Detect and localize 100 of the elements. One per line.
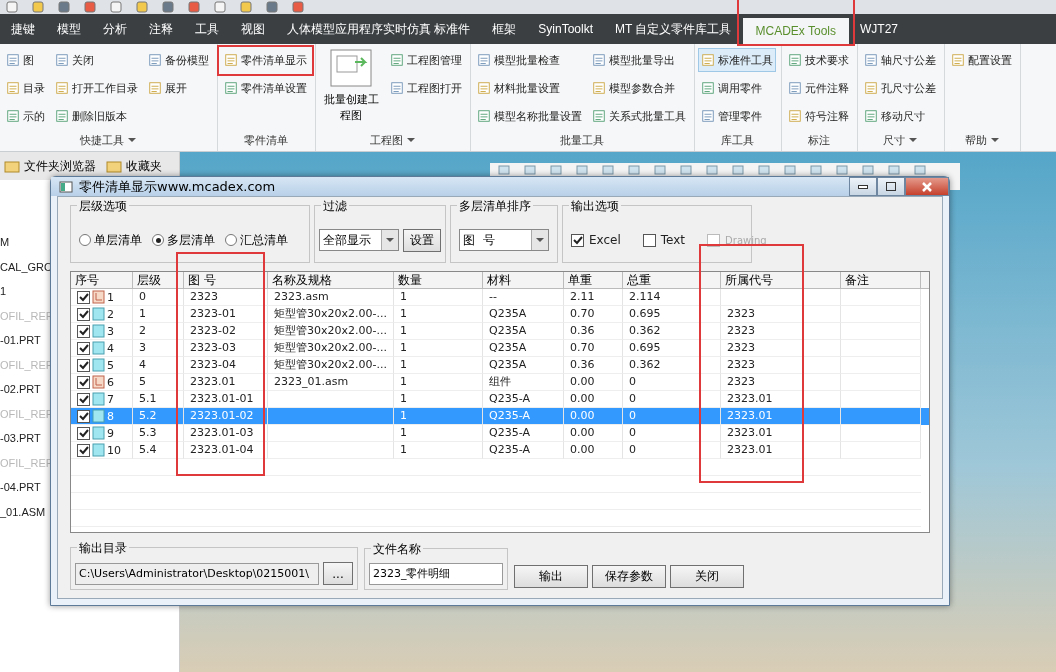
table-row[interactable]: 2 1 2323-01 矩型管30x20x2.00-... 1 Q235A 0.70 0.695 2323: [71, 306, 929, 323]
column-header[interactable]: 备注: [841, 272, 921, 288]
menu-tab[interactable]: 框架: [481, 14, 528, 44]
ribbon-button[interactable]: 移动尺寸: [861, 104, 928, 128]
ribbon-button[interactable]: 标准件工具: [698, 48, 776, 72]
toolbar-icon[interactable]: [84, 1, 96, 13]
toolbar-icon[interactable]: [292, 1, 304, 13]
menu-tab[interactable]: SyinToolkt: [527, 14, 605, 44]
menu-tab[interactable]: MT 自定义零件库工具: [604, 14, 743, 44]
ribbon-button[interactable]: 孔尺寸公差: [861, 76, 939, 100]
ribbon-button[interactable]: 模型批量导出: [589, 48, 678, 72]
table-row[interactable]: 4 3 2323-03 矩型管30x20x2.00-... 1 Q235A 0.70 0.695 2323: [71, 340, 929, 357]
minimize-button[interactable]: [849, 177, 877, 196]
view-icon[interactable]: [706, 165, 718, 175]
view-icon[interactable]: [680, 165, 692, 175]
menu-tab[interactable]: 模型: [46, 14, 92, 44]
browse-button[interactable]: ...: [323, 562, 353, 585]
column-header[interactable]: 单重: [564, 272, 623, 288]
ribbon-button[interactable]: 技术要求: [785, 48, 852, 72]
column-header[interactable]: 总重: [623, 272, 721, 288]
tree-item[interactable]: -03.PRT: [0, 432, 41, 457]
ribbon-button[interactable]: 目录: [3, 76, 48, 100]
ribbon-button[interactable]: 示的: [3, 104, 48, 128]
ribbon-button[interactable]: 元件注释: [785, 76, 852, 100]
toolbar-icon[interactable]: [58, 1, 70, 13]
radio-button[interactable]: [79, 234, 91, 246]
settings-button[interactable]: 设置: [403, 228, 441, 252]
ribbon-button[interactable]: 图: [3, 48, 37, 72]
view-icon[interactable]: [550, 165, 562, 175]
panel-tab[interactable]: 收藏夹: [106, 157, 162, 175]
column-header[interactable]: 层级: [133, 272, 184, 288]
checkbox[interactable]: [77, 409, 90, 423]
view-icon[interactable]: [784, 165, 796, 175]
toolbar-icon[interactable]: [136, 1, 148, 13]
column-header[interactable]: 数量: [394, 272, 483, 288]
column-header[interactable]: 名称及规格: [268, 272, 394, 288]
ribbon-button[interactable]: 管理零件: [698, 104, 765, 128]
view-icon[interactable]: [498, 165, 510, 175]
dialog-button[interactable]: 关闭: [670, 565, 744, 588]
view-icon[interactable]: [524, 165, 536, 175]
toolbar-icon[interactable]: [266, 1, 278, 13]
caret-icon[interactable]: [406, 138, 415, 142]
toolbar-icon[interactable]: [240, 1, 252, 13]
checkbox[interactable]: [77, 392, 90, 406]
ribbon-button[interactable]: 工程图打开: [387, 76, 465, 100]
menu-tab[interactable]: 捷键: [0, 14, 46, 44]
tree-item[interactable]: _01.ASM: [0, 505, 46, 530]
path-field[interactable]: C:\Users\Administrator\Desktop\0215001\: [75, 562, 319, 585]
view-icon[interactable]: [732, 165, 744, 175]
dialog-button[interactable]: 输出: [514, 565, 588, 588]
checkbox[interactable]: [77, 341, 90, 355]
checkbox[interactable]: [77, 358, 90, 372]
ribbon-button[interactable]: 删除旧版本: [52, 104, 130, 128]
view-icon[interactable]: [628, 165, 640, 175]
caret-icon[interactable]: [990, 138, 999, 142]
radio-button[interactable]: [225, 234, 237, 246]
ribbon-button[interactable]: 批量创建工程图: [319, 92, 383, 124]
view-icon[interactable]: [602, 165, 614, 175]
checkbox[interactable]: [77, 375, 90, 389]
checkbox[interactable]: [77, 443, 90, 457]
column-header[interactable]: 所属代号: [721, 272, 841, 288]
menu-tab[interactable]: 人体模型应用程序实时仿真 标准件: [276, 14, 482, 44]
view-icon[interactable]: [888, 165, 900, 175]
ribbon-button[interactable]: 打开工作目录: [52, 76, 141, 100]
caret-icon[interactable]: [127, 138, 136, 142]
tree-item[interactable]: 1: [0, 285, 7, 310]
table-row[interactable]: 9 5.3 2323.01-03 1 Q235-A 0.00 0 2323.01: [71, 425, 929, 442]
column-header[interactable]: 序号: [71, 272, 133, 288]
tree-item[interactable]: -04.PRT: [0, 481, 41, 506]
dialog-button[interactable]: 保存参数: [592, 565, 666, 588]
checkbox[interactable]: [571, 233, 584, 247]
ribbon-button[interactable]: 模型批量检查: [474, 48, 563, 72]
toolbar-icon[interactable]: [32, 1, 44, 13]
menu-tab[interactable]: 注释: [138, 14, 184, 44]
ribbon-button[interactable]: 轴尺寸公差: [861, 48, 939, 72]
toolbar-icon[interactable]: [162, 1, 174, 13]
column-header[interactable]: 图 号: [184, 272, 268, 288]
caret-icon[interactable]: [909, 138, 917, 142]
toolbar-icon[interactable]: [6, 1, 18, 13]
view-icon[interactable]: [576, 165, 588, 175]
tree-item[interactable]: -01.PRT: [0, 334, 41, 359]
menu-tab[interactable]: 分析: [92, 14, 138, 44]
sort-dropdown[interactable]: 图 号: [459, 229, 549, 251]
ribbon-button[interactable]: 模型参数合并: [589, 76, 678, 100]
ribbon-button[interactable]: 材料批量设置: [474, 76, 563, 100]
toolbar-icon[interactable]: [188, 1, 200, 13]
maximize-button[interactable]: [877, 177, 905, 196]
ribbon-button[interactable]: 零件清单设置: [221, 76, 310, 100]
view-icon[interactable]: [914, 165, 926, 175]
panel-tab[interactable]: 文件夹浏览器: [4, 157, 96, 175]
table-row[interactable]: 1 0 2323 2323.asm 1 -- 2.11 2.114: [71, 289, 929, 306]
radio-button[interactable]: [152, 234, 164, 246]
checkbox[interactable]: [77, 324, 90, 338]
menu-tab[interactable]: 视图: [230, 14, 276, 44]
toolbar-icon[interactable]: [214, 1, 226, 13]
menu-tab[interactable]: 工具: [184, 14, 230, 44]
ribbon-button[interactable]: 关闭: [52, 48, 97, 72]
view-icon[interactable]: [810, 165, 822, 175]
tree-item[interactable]: M: [0, 236, 10, 261]
ribbon-button[interactable]: 模型名称批量设置: [474, 104, 585, 128]
